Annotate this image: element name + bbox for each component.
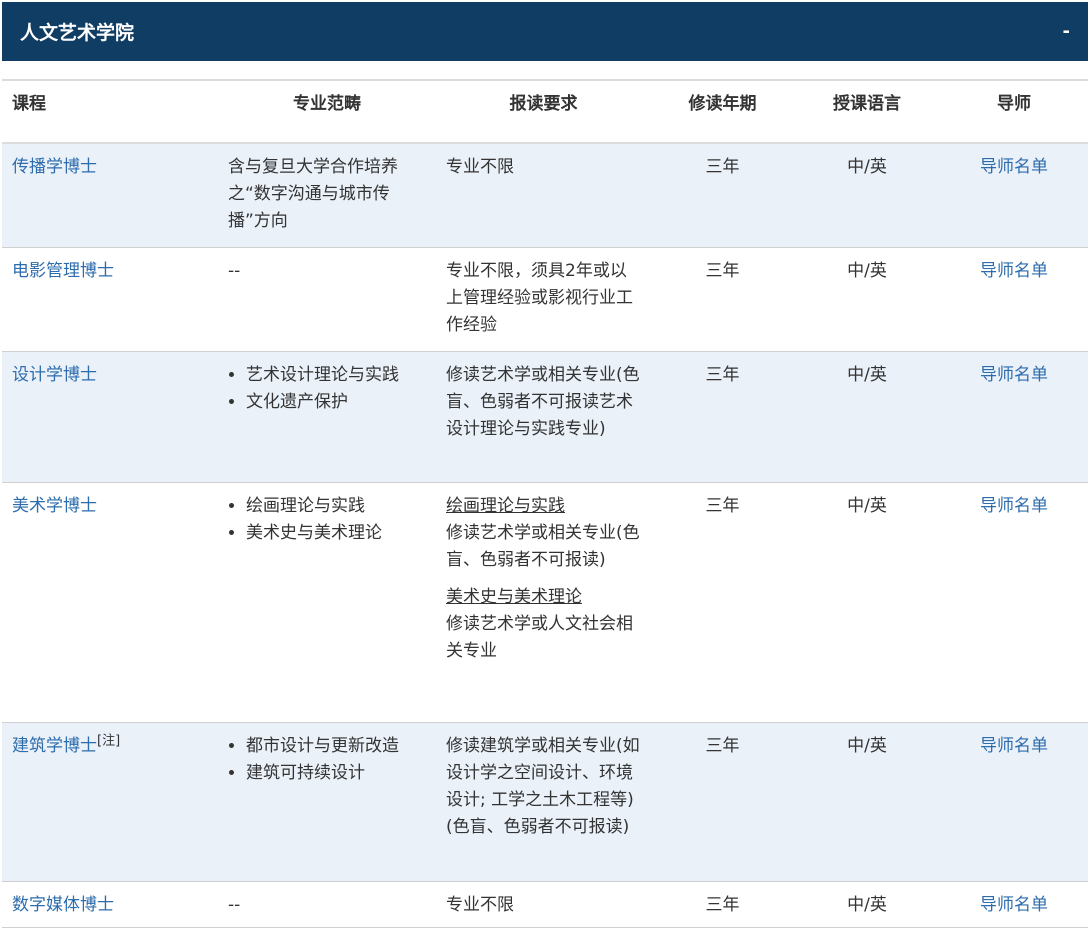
table-row: 美术学博士 绘画理论与实践 美术史与美术理论 绘画理论与实践 修读艺术学或相关专… [2, 482, 1088, 723]
tutor-cell: 导师名单 [940, 351, 1088, 483]
col-header-language: 授课语言 [794, 79, 940, 144]
field-item: 都市设计与更新改造 [246, 733, 426, 760]
duration-cell: 三年 [651, 143, 794, 248]
requirement-heading: 美术史与美术理论 [446, 586, 582, 607]
tutor-cell: 导师名单 [940, 881, 1088, 928]
tutor-list-link[interactable]: 导师名单 [980, 895, 1048, 915]
table-row: 数字媒体博士 -- 专业不限 三年 中/英 导师名单 [2, 881, 1088, 928]
col-header-tutor: 导师 [940, 79, 1088, 144]
requirement-text: 修读艺术学或相关专业(色盲、色弱者不可报读) [446, 522, 640, 570]
requirement-text: 修读艺术学或人文社会相关专业 [446, 613, 633, 661]
course-link[interactable]: 设计学博士 [12, 365, 97, 385]
course-cell: 设计学博士 [2, 351, 218, 483]
col-header-field: 专业范畴 [218, 79, 436, 144]
tutor-list-link[interactable]: 导师名单 [980, 736, 1048, 756]
field-item: 艺术设计理论与实践 [246, 362, 426, 389]
language-cell: 中/英 [794, 482, 940, 723]
language-cell: 中/英 [794, 143, 940, 248]
course-cell: 传播学博士 [2, 143, 218, 248]
language-cell: 中/英 [794, 881, 940, 928]
duration-cell: 三年 [651, 351, 794, 483]
requirement-cell: 绘画理论与实践 修读艺术学或相关专业(色盲、色弱者不可报读) 美术史与美术理论 … [436, 482, 651, 723]
field-list: 艺术设计理论与实践 文化遗产保护 [228, 362, 426, 416]
requirement-text: (色盲、色弱者不可报读) [446, 816, 630, 837]
requirement-block: 美术史与美术理论 修读艺术学或人文社会相关专业 [446, 584, 641, 665]
tutor-list-link[interactable]: 导师名单 [980, 365, 1048, 385]
course-cell: 电影管理博士 [2, 247, 218, 352]
field-list: 绘画理论与实践 美术史与美术理论 [228, 493, 426, 547]
tutor-list-link[interactable]: 导师名单 [980, 261, 1048, 281]
duration-cell: 三年 [651, 722, 794, 882]
course-cell: 建筑学博士[注] [2, 722, 218, 882]
course-cell: 数字媒体博士 [2, 881, 218, 928]
course-link[interactable]: 数字媒体博士 [12, 895, 114, 915]
requirement-cell: 专业不限 [436, 143, 651, 248]
requirement-block: 绘画理论与实践 修读艺术学或相关专业(色盲、色弱者不可报读) [446, 493, 641, 574]
requirement-cell: 专业不限 [436, 881, 651, 928]
table-header-row: 课程 专业范畴 报读要求 修读年期 授课语言 导师 [2, 79, 1088, 144]
requirement-text: 修读建筑学或相关专业(如设计学之空间设计、环境设计; 工学之土木工程等) [446, 735, 640, 810]
course-table: 课程 专业范畴 报读要求 修读年期 授课语言 导师 传播学博士 含与复旦大学合作… [2, 79, 1088, 928]
table-row: 电影管理博士 -- 专业不限，须具2年或以上管理经验或影视行业工作经验 三年 中… [2, 247, 1088, 352]
field-cell: 都市设计与更新改造 建筑可持续设计 [218, 722, 436, 882]
collapse-toggle-icon[interactable]: - [1063, 20, 1070, 44]
field-item: 文化遗产保护 [246, 389, 426, 416]
tutor-cell: 导师名单 [940, 247, 1088, 352]
field-item: 美术史与美术理论 [246, 520, 426, 547]
requirement-cell: 修读艺术学或相关专业(色盲、色弱者不可报读艺术设计理论与实践专业) [436, 351, 651, 483]
duration-cell: 三年 [651, 247, 794, 352]
field-cell: 绘画理论与实践 美术史与美术理论 [218, 482, 436, 723]
course-link[interactable]: 美术学博士 [12, 496, 97, 516]
table-row: 传播学博士 含与复旦大学合作培养之“数字沟通与城市传播”方向 专业不限 三年 中… [2, 143, 1088, 248]
course-cell: 美术学博士 [2, 482, 218, 723]
requirement-heading: 绘画理论与实践 [446, 495, 565, 516]
table-row: 建筑学博士[注] 都市设计与更新改造 建筑可持续设计 修读建筑学或相关专业(如设… [2, 722, 1088, 882]
page: 人文艺术学院 - 课程 专业范畴 报读要求 修读年期 授课语言 导师 传播学博士… [0, 0, 1092, 928]
language-cell: 中/英 [794, 722, 940, 882]
duration-cell: 三年 [651, 881, 794, 928]
field-item: 建筑可持续设计 [246, 760, 426, 787]
course-link[interactable]: 建筑学博士 [12, 736, 97, 756]
course-link[interactable]: 电影管理博士 [12, 261, 114, 281]
field-list: 都市设计与更新改造 建筑可持续设计 [228, 733, 426, 787]
col-header-duration: 修读年期 [651, 79, 794, 144]
field-cell: 艺术设计理论与实践 文化遗产保护 [218, 351, 436, 483]
course-link[interactable]: 传播学博士 [12, 157, 97, 177]
language-cell: 中/英 [794, 351, 940, 483]
field-cell: -- [218, 247, 436, 352]
course-note: [注] [97, 732, 121, 748]
duration-cell: 三年 [651, 482, 794, 723]
col-header-requirement: 报读要求 [436, 79, 651, 144]
faculty-header[interactable]: 人文艺术学院 - [2, 2, 1088, 61]
field-cell: 含与复旦大学合作培养之“数字沟通与城市传播”方向 [218, 143, 436, 248]
requirement-cell: 修读建筑学或相关专业(如设计学之空间设计、环境设计; 工学之土木工程等) (色盲… [436, 722, 651, 882]
col-header-course: 课程 [2, 79, 218, 144]
language-cell: 中/英 [794, 247, 940, 352]
field-item: 绘画理论与实践 [246, 493, 426, 520]
faculty-title: 人文艺术学院 [20, 22, 135, 44]
table-row: 设计学博士 艺术设计理论与实践 文化遗产保护 修读艺术学或相关专业(色盲、色弱者… [2, 351, 1088, 483]
tutor-cell: 导师名单 [940, 722, 1088, 882]
tutor-list-link[interactable]: 导师名单 [980, 496, 1048, 516]
tutor-cell: 导师名单 [940, 143, 1088, 248]
tutor-cell: 导师名单 [940, 482, 1088, 723]
field-cell: -- [218, 881, 436, 928]
requirement-cell: 专业不限，须具2年或以上管理经验或影视行业工作经验 [436, 247, 651, 352]
tutor-list-link[interactable]: 导师名单 [980, 157, 1048, 177]
